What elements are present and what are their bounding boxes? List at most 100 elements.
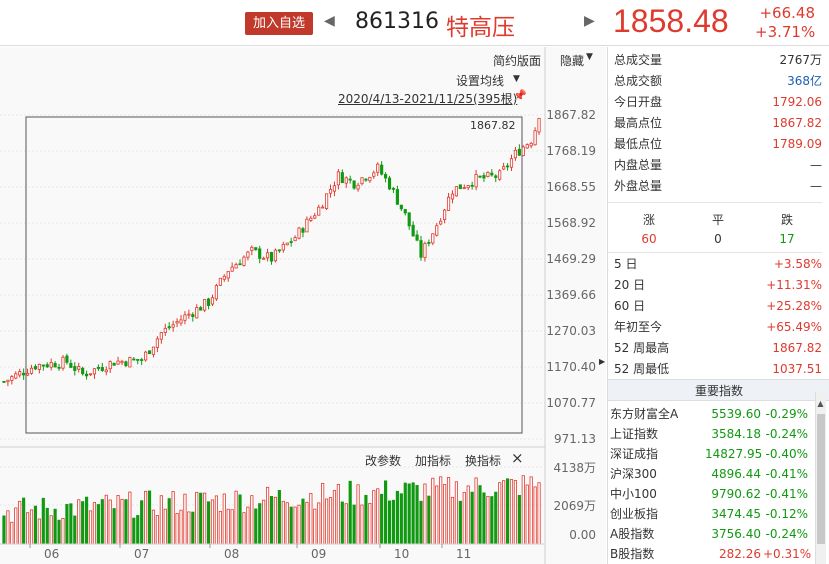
- volume-bar: [246, 506, 250, 545]
- caret-left-icon[interactable]: ◀: [324, 13, 335, 29]
- price-change: +66.48 +3.71%: [755, 4, 815, 42]
- candle-body: [478, 175, 482, 178]
- volume-bar: [332, 490, 337, 545]
- volume-bar: [206, 501, 211, 545]
- candle-body: [171, 324, 175, 328]
- candle-body: [147, 350, 152, 355]
- candle-body: [85, 373, 89, 377]
- kline-chart[interactable]: 1867.82 1768.19 1668.55 1568.92 1469.29 1369.…: [0, 47, 606, 564]
- add-to-watchlist-button[interactable]: 加入自选: [245, 12, 313, 35]
- index-value: 3756.40: [711, 527, 761, 541]
- volume-bar: [167, 498, 171, 545]
- candle-body: [269, 252, 274, 262]
- volume-bar: [380, 493, 384, 545]
- index-name: 上证指数: [610, 427, 659, 441]
- switch-indicator-button[interactable]: 换指标: [465, 452, 501, 469]
- candle-body: [521, 146, 525, 156]
- volume-bar: [321, 482, 325, 545]
- volume-bar: [163, 508, 167, 545]
- candle-body: [195, 307, 199, 319]
- candle-body: [265, 252, 270, 259]
- volume-bar: [37, 518, 41, 545]
- volume-bar: [6, 510, 10, 545]
- stat-value: 1867.82: [772, 116, 822, 130]
- candle-body: [509, 158, 514, 168]
- candle-body: [454, 186, 458, 197]
- candle-body: [144, 351, 148, 361]
- price-tick-label: 1469.29: [546, 252, 596, 266]
- scroll-up-icon[interactable]: ▲: [815, 399, 826, 408]
- index-row[interactable]: 中小100 9790.62 -0.41%: [608, 484, 829, 504]
- volume-bar: [478, 485, 482, 545]
- index-row[interactable]: 沪深300 4896.44 -0.41%: [608, 464, 829, 484]
- candle-body: [537, 117, 541, 133]
- volume-bar: [517, 494, 521, 545]
- price-tick-label: 1270.03: [546, 324, 596, 338]
- candle-body: [289, 241, 293, 243]
- caret-right-icon[interactable]: ▶: [599, 357, 605, 366]
- volume-bar: [112, 508, 116, 545]
- index-row[interactable]: 深证成指 14827.95 -0.40%: [608, 444, 829, 464]
- volume-bar: [348, 480, 352, 545]
- volume-bar: [116, 495, 120, 545]
- kline-chart-area[interactable]: 1867.82 1768.19 1668.55 1568.92 1469.29 1369.…: [0, 47, 606, 564]
- index-value: 3584.18: [711, 427, 761, 441]
- volume-bar: [376, 488, 380, 545]
- volume-bar: [384, 480, 388, 545]
- index-row[interactable]: A股指数 3756.40 -0.24%: [608, 524, 829, 544]
- simple-layout-button[interactable]: 简约版面: [493, 52, 541, 69]
- scrollbar-thumb[interactable]: [817, 414, 825, 544]
- volume-bar: [537, 482, 541, 545]
- index-row[interactable]: 东方财富全A 5539.60 -0.29%: [608, 404, 829, 424]
- hide-button[interactable]: 隐藏: [560, 52, 584, 69]
- candle-body: [155, 338, 159, 348]
- close-icon[interactable]: ×: [511, 449, 524, 467]
- ma-settings-button[interactable]: 设置均线: [456, 72, 504, 89]
- stat-row: 最低点位 1789.09: [608, 134, 822, 155]
- volume-bar: [521, 475, 525, 545]
- volume-bar: [482, 492, 486, 545]
- price-tick-label: 1170.40: [546, 360, 596, 374]
- volume-bar: [258, 503, 262, 545]
- candle-body: [2, 380, 6, 383]
- volume-bar: [454, 481, 458, 545]
- period-value: +25.28%: [766, 299, 822, 313]
- index-name: 深证成指: [610, 447, 659, 461]
- index-row[interactable]: B股指数 282.26 +0.31%: [608, 544, 829, 564]
- change-params-button[interactable]: 改参数: [365, 452, 401, 469]
- volume-bar: [525, 484, 529, 545]
- volume-bar: [364, 494, 368, 545]
- up-count: 60: [641, 232, 657, 246]
- candle-body: [18, 371, 22, 376]
- date-range-label[interactable]: 2020/4/13-2021/11/25(395根): [338, 90, 517, 107]
- volume-bar: [136, 515, 140, 545]
- index-row[interactable]: 创业板指 3474.45 -0.12%: [608, 504, 829, 524]
- volume-bar: [328, 497, 333, 545]
- volume-bar: [155, 515, 159, 545]
- volume-bar: [399, 493, 403, 545]
- index-row[interactable]: 上证指数 3584.18 -0.24%: [608, 424, 829, 444]
- candle-body: [132, 358, 136, 361]
- candle-body: [108, 361, 112, 370]
- date-tick-label: 08: [224, 547, 239, 561]
- volume-bar: [324, 498, 329, 545]
- volume-bar: [505, 478, 510, 545]
- volume-bar: [222, 493, 226, 545]
- chevron-down-icon[interactable]: ▼: [586, 52, 593, 62]
- chevron-down-icon[interactable]: ▼: [513, 74, 520, 84]
- candle-body: [246, 251, 250, 258]
- last-price: 1858.48: [613, 3, 729, 39]
- volume-bar: [387, 500, 392, 545]
- index-name: A股指数: [610, 527, 655, 541]
- candle-body: [175, 321, 179, 324]
- candle-body: [14, 373, 18, 379]
- volume-bar: [352, 504, 356, 545]
- caret-right-icon[interactable]: ▶: [584, 13, 595, 29]
- candle-body: [415, 234, 419, 241]
- add-indicator-button[interactable]: 加指标: [415, 452, 451, 469]
- volume-bar: [14, 507, 18, 545]
- candle-body: [384, 174, 388, 179]
- pin-icon[interactable]: 📌: [513, 89, 527, 102]
- volume-bar: [439, 476, 443, 545]
- candle-body: [411, 224, 415, 237]
